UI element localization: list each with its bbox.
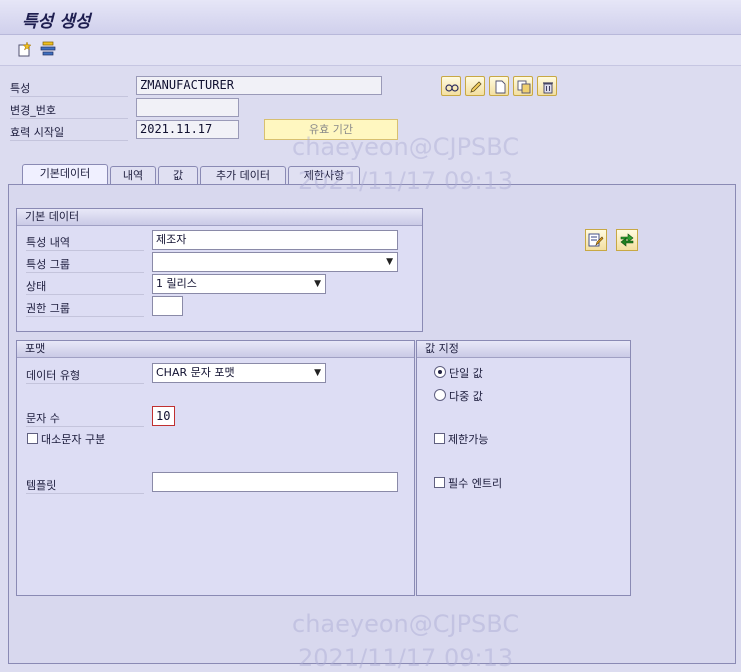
group-title: 값 지정 <box>417 341 630 358</box>
characteristic-field[interactable]: ZMANUFACTURER <box>136 76 382 95</box>
group-title: 기본 데이터 <box>17 209 422 226</box>
num-chars-label: 문자 수 <box>26 410 144 427</box>
required-entry-checkbox[interactable] <box>434 477 445 488</box>
display-change-button[interactable] <box>441 76 461 96</box>
restrictable-label: 제한가능 <box>448 433 489 446</box>
change-number-field[interactable] <box>136 98 239 117</box>
single-value-label: 단일 값 <box>449 367 483 380</box>
data-type-select[interactable]: CHAR 문자 포맷 <box>152 363 326 383</box>
description-label: 특성 내역 <box>26 234 144 251</box>
title-bar: 특성 생성 <box>0 0 741 35</box>
tab-values[interactable]: 값 <box>158 166 198 184</box>
tab-additional-data[interactable]: 추가 데이터 <box>200 166 286 184</box>
page-title: 특성 생성 <box>22 12 91 32</box>
required-entry-label: 필수 엔트리 <box>448 477 503 490</box>
tab-basic-data[interactable]: 기본데이터 <box>22 164 108 185</box>
valid-from-label: 효력 시작일 <box>10 124 128 141</box>
delete-button[interactable] <box>537 76 557 96</box>
description-input[interactable]: 제조자 <box>152 230 398 250</box>
template-input[interactable] <box>152 472 398 492</box>
multiple-values-label: 다중 값 <box>449 390 483 403</box>
watermark-user: chaeyeon@CJPSBC <box>292 133 520 161</box>
auth-group-label: 권한 그룹 <box>26 300 144 317</box>
toolbar <box>0 35 741 66</box>
multiple-values-radio[interactable] <box>434 389 446 401</box>
copy-icon <box>517 80 531 94</box>
tab-description[interactable]: 내역 <box>110 166 156 184</box>
status-value: 1 릴리스 <box>156 277 197 290</box>
change-number-label: 변경_번호 <box>10 102 128 119</box>
valid-from-field[interactable]: 2021.11.17 <box>136 120 239 139</box>
watermark-user: chaeyeon@CJPSBC <box>292 610 520 638</box>
swap-arrows-icon <box>620 233 634 247</box>
glasses-icon <box>445 84 459 92</box>
num-chars-input[interactable]: 10 <box>152 406 175 426</box>
char-group-label: 특성 그룹 <box>26 256 144 273</box>
hierarchy-icon[interactable] <box>40 41 56 57</box>
data-type-value: CHAR 문자 포맷 <box>156 366 235 379</box>
restrictable-checkbox[interactable] <box>434 433 445 444</box>
char-group-select[interactable] <box>152 252 398 272</box>
transfer-button[interactable] <box>616 229 638 251</box>
auth-group-input[interactable] <box>152 296 183 316</box>
watermark-datetime: 2021/11/17 09:13 <box>298 167 514 195</box>
status-label: 상태 <box>26 278 144 295</box>
edit-note-icon <box>588 233 604 247</box>
copy-button[interactable] <box>513 76 533 96</box>
watermark-datetime: 2021/11/17 09:13 <box>298 644 514 672</box>
blank-document-icon <box>495 80 506 94</box>
pencil-icon <box>470 81 482 93</box>
single-value-radio[interactable] <box>434 366 446 378</box>
edit-description-button[interactable] <box>585 229 607 251</box>
case-sensitive-label: 대소문자 구분 <box>41 433 106 446</box>
group-title: 포맷 <box>17 341 414 358</box>
data-type-label: 데이터 유형 <box>26 367 144 384</box>
template-label: 템플릿 <box>26 477 144 494</box>
trash-icon <box>543 82 553 94</box>
characteristic-label: 특성 <box>10 80 128 97</box>
create-button[interactable] <box>489 76 509 96</box>
case-sensitive-checkbox[interactable] <box>27 433 38 444</box>
new-document-icon[interactable] <box>17 41 33 57</box>
status-select[interactable]: 1 릴리스 <box>152 274 326 294</box>
edit-button[interactable] <box>465 76 485 96</box>
